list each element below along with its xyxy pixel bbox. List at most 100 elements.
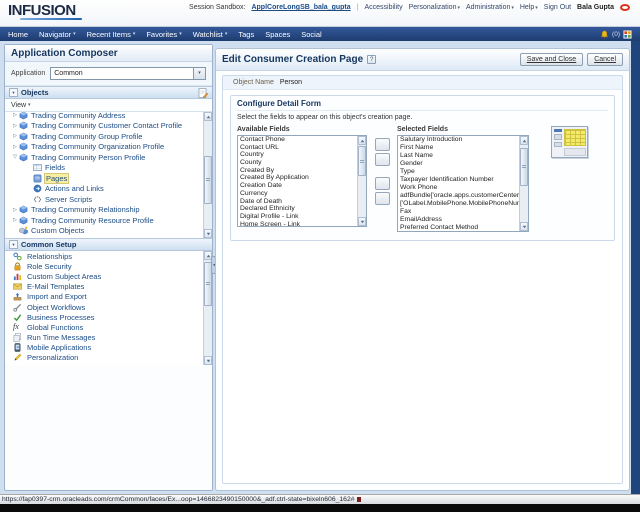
move-to-top-button[interactable]: [533, 152, 545, 161]
scroll-up-icon[interactable]: [204, 112, 212, 121]
common-setup-item-business-processes[interactable]: Business Processes: [5, 312, 212, 322]
list-option[interactable]: EmailAddress: [398, 216, 520, 224]
list-option[interactable]: County: [238, 159, 358, 167]
list-option[interactable]: Taxpayer Identification Number: [398, 176, 520, 184]
administration-menu[interactable]: Administration▾: [466, 4, 514, 11]
list-option[interactable]: Declared Ethnicity: [238, 205, 358, 213]
list-option[interactable]: Work Phone: [398, 184, 520, 192]
tree-scrollbar-thumb[interactable]: [204, 156, 212, 204]
scroll-down-icon[interactable]: [520, 222, 528, 231]
scroll-down-icon[interactable]: [204, 356, 212, 365]
scroll-up-icon[interactable]: [358, 136, 366, 145]
move-selected-right-button[interactable]: [375, 138, 390, 151]
move-up-button[interactable]: [533, 162, 545, 171]
view-menu-button[interactable]: View: [11, 102, 26, 109]
scroll-up-icon[interactable]: [520, 136, 528, 145]
common-setup-item-relationships[interactable]: Relationships: [5, 251, 212, 261]
accessibility-link[interactable]: Accessibility: [364, 4, 402, 11]
common-setup-item-custom-subject-areas[interactable]: Custom Subject Areas: [5, 271, 212, 281]
common-setup-item-mobile-applications[interactable]: Mobile Applications: [5, 343, 212, 353]
expand-icon[interactable]: ▷: [11, 112, 19, 118]
cancel-button[interactable]: Cancel: [587, 53, 623, 66]
nav-tags[interactable]: Tags: [238, 30, 254, 39]
collapse-icon[interactable]: ▽: [11, 154, 19, 160]
nav-social[interactable]: Social: [301, 30, 321, 39]
tree-item-trading-community-relationship[interactable]: ▷ Trading Community Relationship: [5, 205, 212, 216]
objects-section-header[interactable]: ▼ Objects: [5, 86, 212, 99]
list-option[interactable]: Home Screen - Link: [238, 221, 358, 227]
list-option[interactable]: Created By Application: [238, 174, 358, 182]
sign-out-link[interactable]: Sign Out: [544, 4, 571, 11]
common-setup-item-run-time-messages[interactable]: Run Time Messages: [5, 333, 212, 343]
common-setup-item-personalization[interactable]: Personalization: [5, 353, 212, 363]
common-setup-item-role-security[interactable]: Role Security: [5, 261, 212, 271]
tree-item-trading-community-organization-profile[interactable]: ▷ Trading Community Organization Profile: [5, 142, 212, 153]
session-sandbox-link[interactable]: ApplCoreLongSB_bala_gupta: [251, 4, 350, 11]
expand-icon[interactable]: ▷: [11, 207, 19, 213]
tree-item-trading-community-resource-profile[interactable]: ▷ Trading Community Resource Profile: [5, 215, 212, 226]
list-option[interactable]: ['OLabel.MobilePhone.MobilePhoneNumber']: [398, 200, 520, 208]
nav-recent-items[interactable]: Recent Items▾: [87, 30, 136, 39]
list-option[interactable]: Salutary Introduction: [398, 136, 520, 144]
tree-item-actions-and-links[interactable]: Actions and Links: [5, 184, 212, 195]
selected-fields-listbox[interactable]: Salutary Introduction First Name Last Na…: [397, 135, 529, 232]
selected-fields-scrollbar[interactable]: [519, 136, 528, 231]
tree-item-trading-community-group-profile[interactable]: ▷ Trading Community Group Profile: [5, 131, 212, 142]
list-option[interactable]: Gender: [398, 160, 520, 168]
tree-scrollbar[interactable]: [203, 112, 212, 238]
list-option[interactable]: Fax: [398, 208, 520, 216]
collapse-triangle-icon[interactable]: ▼: [9, 240, 18, 249]
expand-icon[interactable]: ▷: [11, 217, 19, 223]
help-menu[interactable]: Help▾: [520, 4, 538, 11]
tree-item-fields[interactable]: Fields: [5, 163, 212, 174]
move-selected-left-button[interactable]: [375, 177, 390, 190]
apps-grid-icon[interactable]: [623, 30, 632, 39]
list-option[interactable]: Country: [238, 151, 358, 159]
chevron-down-icon[interactable]: ▾: [193, 68, 205, 79]
tree-item-server-scripts[interactable]: Server Scripts: [5, 194, 212, 205]
collapse-triangle-icon[interactable]: ▼: [9, 88, 18, 97]
common-setup-item-email-templates[interactable]: E-Mail Templates: [5, 282, 212, 292]
tree-item-pages[interactable]: Pages: [5, 173, 212, 184]
nav-watchlist[interactable]: Watchlist▾: [193, 30, 228, 39]
move-all-left-button[interactable]: [375, 192, 390, 205]
expand-icon[interactable]: ▷: [11, 144, 19, 150]
common-setup-section-header[interactable]: ▼ Common Setup: [5, 238, 212, 251]
list-option[interactable]: Currency: [238, 190, 358, 198]
list-option[interactable]: Date of Death: [238, 198, 358, 206]
personalization-menu[interactable]: Personalization▾: [409, 4, 460, 11]
nav-home[interactable]: Home: [8, 30, 28, 39]
application-select[interactable]: Common ▾: [50, 67, 206, 80]
help-icon[interactable]: ?: [367, 55, 376, 64]
nav-navigator[interactable]: Navigator▾: [39, 30, 76, 39]
save-and-close-button[interactable]: Save and Close: [520, 53, 583, 66]
list-option[interactable]: Preferred Contact Method: [398, 224, 520, 232]
list-option[interactable]: Digital Profile - Link: [238, 213, 358, 221]
list-option[interactable]: adfBundle['oracle.apps.customerCenter.ap…: [398, 192, 520, 200]
common-setup-item-object-workflows[interactable]: Object Workflows: [5, 302, 212, 312]
edit-page-icon[interactable]: [198, 88, 208, 98]
common-setup-item-import-and-export[interactable]: Import and Export: [5, 292, 212, 302]
tree-item-trading-community-customer-contact-profile[interactable]: ▷ Trading Community Customer Contact Pro…: [5, 121, 212, 132]
available-fields-scrollbar-thumb[interactable]: [358, 146, 366, 176]
scroll-down-icon[interactable]: [204, 229, 212, 238]
common-setup-item-global-functions[interactable]: fx Global Functions: [5, 322, 212, 332]
expand-icon[interactable]: ▷: [11, 133, 19, 139]
nav-spaces[interactable]: Spaces: [265, 30, 290, 39]
list-option[interactable]: Created By: [238, 167, 358, 175]
list-option[interactable]: First Name: [398, 144, 520, 152]
scroll-down-icon[interactable]: [358, 217, 366, 226]
notification-bell-icon[interactable]: [600, 30, 609, 39]
list-option[interactable]: Last Name: [398, 152, 520, 160]
available-fields-scrollbar[interactable]: [357, 136, 366, 226]
tree-item-trading-community-person-profile[interactable]: ▽ Trading Community Person Profile: [5, 152, 212, 163]
list-option[interactable]: Type: [398, 168, 520, 176]
list-option[interactable]: Creation Date: [238, 182, 358, 190]
selected-fields-scrollbar-thumb[interactable]: [520, 148, 528, 186]
move-all-right-button[interactable]: [375, 153, 390, 166]
tree-item-custom-objects[interactable]: Custom Objects: [5, 226, 212, 237]
available-fields-listbox[interactable]: Contact Phone Contact URL Country County…: [237, 135, 367, 227]
expand-icon[interactable]: ▷: [11, 123, 19, 129]
list-option[interactable]: Contact Phone: [238, 136, 358, 144]
tree-item-trading-community-address[interactable]: ▷ Trading Community Address: [5, 112, 212, 121]
